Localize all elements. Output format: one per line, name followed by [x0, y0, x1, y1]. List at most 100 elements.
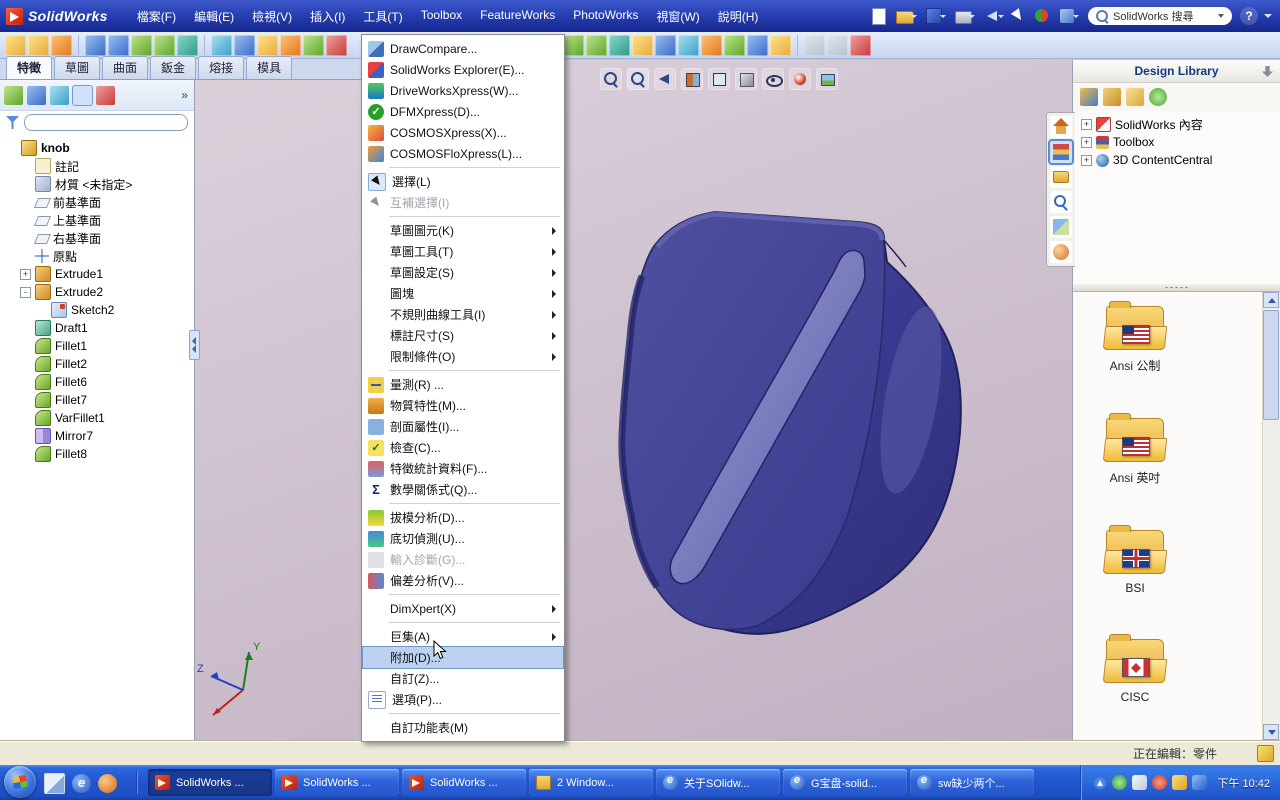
- feature-tree-item[interactable]: Fillet6: [20, 373, 194, 391]
- feature-tree-item[interactable]: Fillet2: [20, 355, 194, 373]
- menu-item[interactable]: COSMOSFloXpress(L)...: [363, 143, 563, 164]
- feature-tree-item[interactable]: 材質 <未指定>: [20, 175, 194, 193]
- command-tab[interactable]: 草圖: [54, 56, 101, 79]
- menu-item[interactable]: 草圖工具(T): [363, 241, 563, 262]
- taskbar-task[interactable]: SolidWorks ...: [402, 769, 526, 796]
- tray-icon[interactable]: [1172, 775, 1188, 790]
- menu-item[interactable]: [363, 619, 563, 626]
- feature-tree-item[interactable]: Fillet1: [20, 337, 194, 355]
- toolbar-icon[interactable]: [5, 34, 26, 56]
- toolbar-icon[interactable]: [678, 34, 699, 56]
- command-tab[interactable]: 熔接: [198, 56, 245, 79]
- command-tab[interactable]: 鈑金: [150, 56, 197, 79]
- menu-item[interactable]: 不規則曲線工具(I): [363, 304, 563, 325]
- command-tab[interactable]: 模具: [246, 56, 293, 79]
- task-pane-tab[interactable]: [1050, 166, 1072, 188]
- menu-item[interactable]: 物質特性(M)...: [363, 395, 563, 416]
- menu-item[interactable]: [363, 710, 563, 717]
- toolbar-icon[interactable]: [804, 34, 825, 56]
- scroll-up-button[interactable]: [1263, 292, 1279, 308]
- start-button[interactable]: [4, 766, 36, 798]
- menu-item[interactable]: 圖塊: [363, 283, 563, 304]
- menu-item[interactable]: 選擇(L): [363, 171, 563, 192]
- dimxpert-manager-tab-icon[interactable]: [72, 84, 93, 106]
- design-library-tool-icon[interactable]: [1149, 88, 1167, 106]
- standard-toolbar-icon[interactable]: [950, 6, 976, 26]
- taskbar-task[interactable]: SolidWorks ...: [275, 769, 399, 796]
- pin-icon[interactable]: [1262, 66, 1273, 77]
- standard-toolbar-icon[interactable]: [1031, 6, 1051, 26]
- view-tool-icon[interactable]: [627, 68, 649, 90]
- feature-tree-item[interactable]: + Extrude1: [20, 265, 194, 283]
- feature-tree-root[interactable]: knob: [6, 139, 194, 157]
- menu-item[interactable]: 選項(P)...: [363, 689, 563, 710]
- toolbar-icon[interactable]: [177, 34, 198, 56]
- menu-item[interactable]: [363, 213, 563, 220]
- toolbar-icon[interactable]: [211, 34, 232, 56]
- menu-item[interactable]: 草圖設定(S): [363, 262, 563, 283]
- menu-item[interactable]: [363, 500, 563, 507]
- menubar-item[interactable]: Toolbox: [412, 4, 471, 29]
- menu-item[interactable]: DriveWorksXpress(W)...: [363, 80, 563, 101]
- view-tool-icon[interactable]: [789, 68, 811, 90]
- standard-toolbar-icon[interactable]: [921, 6, 947, 26]
- scroll-down-button[interactable]: [1263, 724, 1279, 740]
- toolbar-icon[interactable]: [131, 34, 152, 56]
- menubar-item[interactable]: 說明(H): [709, 4, 768, 29]
- feature-tree-item[interactable]: 註記: [20, 157, 194, 175]
- menubar-item[interactable]: 插入(I): [301, 4, 354, 29]
- menu-item[interactable]: 偏差分析(V)...: [363, 570, 563, 591]
- toolbar-icon[interactable]: [827, 34, 848, 56]
- design-library-splitter[interactable]: [1073, 283, 1280, 292]
- standard-toolbar-icon[interactable]: [892, 6, 918, 26]
- property-manager-tab-icon[interactable]: [27, 85, 46, 105]
- toolbar-icon[interactable]: [586, 34, 607, 56]
- taskbar-task[interactable]: 关于SOlidw...: [656, 769, 780, 796]
- menu-item[interactable]: 標註尺寸(S): [363, 325, 563, 346]
- menu-item[interactable]: [363, 367, 563, 374]
- menu-item[interactable]: 輸入診斷(G)...: [363, 549, 563, 570]
- status-grid-icon[interactable]: [1257, 744, 1274, 762]
- toolbar-icon[interactable]: [51, 34, 72, 56]
- menu-item[interactable]: 特徵統計資料(F)...: [363, 458, 563, 479]
- toolbar-icon[interactable]: [280, 34, 301, 56]
- menubar-item[interactable]: 編輯(E): [185, 4, 243, 29]
- task-pane-tab[interactable]: [1050, 241, 1072, 263]
- help-button[interactable]: ?: [1240, 7, 1258, 25]
- design-library-tree-item[interactable]: + 3D ContentCentral: [1081, 151, 1272, 169]
- toolbar-options-caret-icon[interactable]: [1264, 14, 1272, 18]
- tray-icon[interactable]: [1112, 775, 1128, 790]
- view-tool-icon[interactable]: [708, 68, 730, 90]
- design-library-folder[interactable]: Ansi 英吋: [1087, 413, 1183, 486]
- menu-item[interactable]: 巨集(A): [363, 626, 563, 647]
- standard-toolbar-icon[interactable]: [869, 6, 889, 26]
- design-library-scrollbar[interactable]: [1262, 292, 1280, 740]
- menu-item[interactable]: 量測(R) ...: [363, 374, 563, 395]
- menu-item[interactable]: 自訂(Z)...: [363, 668, 563, 689]
- feature-tree-item[interactable]: Fillet8: [20, 445, 194, 463]
- view-tool-icon[interactable]: [681, 68, 703, 90]
- tray-icon[interactable]: [1152, 775, 1168, 790]
- tray-icon[interactable]: [1192, 775, 1208, 790]
- command-tab[interactable]: 曲面: [102, 56, 149, 79]
- design-library-tool-icon[interactable]: [1103, 88, 1121, 106]
- menubar-item[interactable]: PhotoWorks: [564, 4, 647, 29]
- menu-item[interactable]: DrawCompare...: [363, 38, 563, 59]
- feature-manager-tab-icon[interactable]: [4, 85, 23, 105]
- menubar-item[interactable]: 工具(T): [354, 4, 411, 29]
- panel-overflow-chevron[interactable]: »: [181, 88, 190, 102]
- menu-item[interactable]: 自訂功能表(M): [363, 717, 563, 738]
- feature-tree-item[interactable]: 右基準面: [20, 229, 194, 247]
- design-library-folder[interactable]: CISC: [1087, 634, 1183, 704]
- feature-tree-item[interactable]: VarFillet1: [20, 409, 194, 427]
- search-box[interactable]: SolidWorks 搜尋: [1088, 7, 1232, 25]
- tray-icon[interactable]: [1132, 775, 1148, 790]
- search-caret-icon[interactable]: [1218, 14, 1224, 18]
- expand-toggle[interactable]: +: [1081, 136, 1092, 148]
- toolbar-icon[interactable]: [257, 34, 278, 56]
- standard-toolbar-icon[interactable]: [1008, 6, 1028, 26]
- view-tool-icon[interactable]: [600, 68, 622, 90]
- toolbar-icon[interactable]: [770, 34, 791, 56]
- configuration-manager-tab-icon[interactable]: [50, 85, 69, 105]
- taskbar-task[interactable]: G宝盘-solid...: [783, 769, 907, 796]
